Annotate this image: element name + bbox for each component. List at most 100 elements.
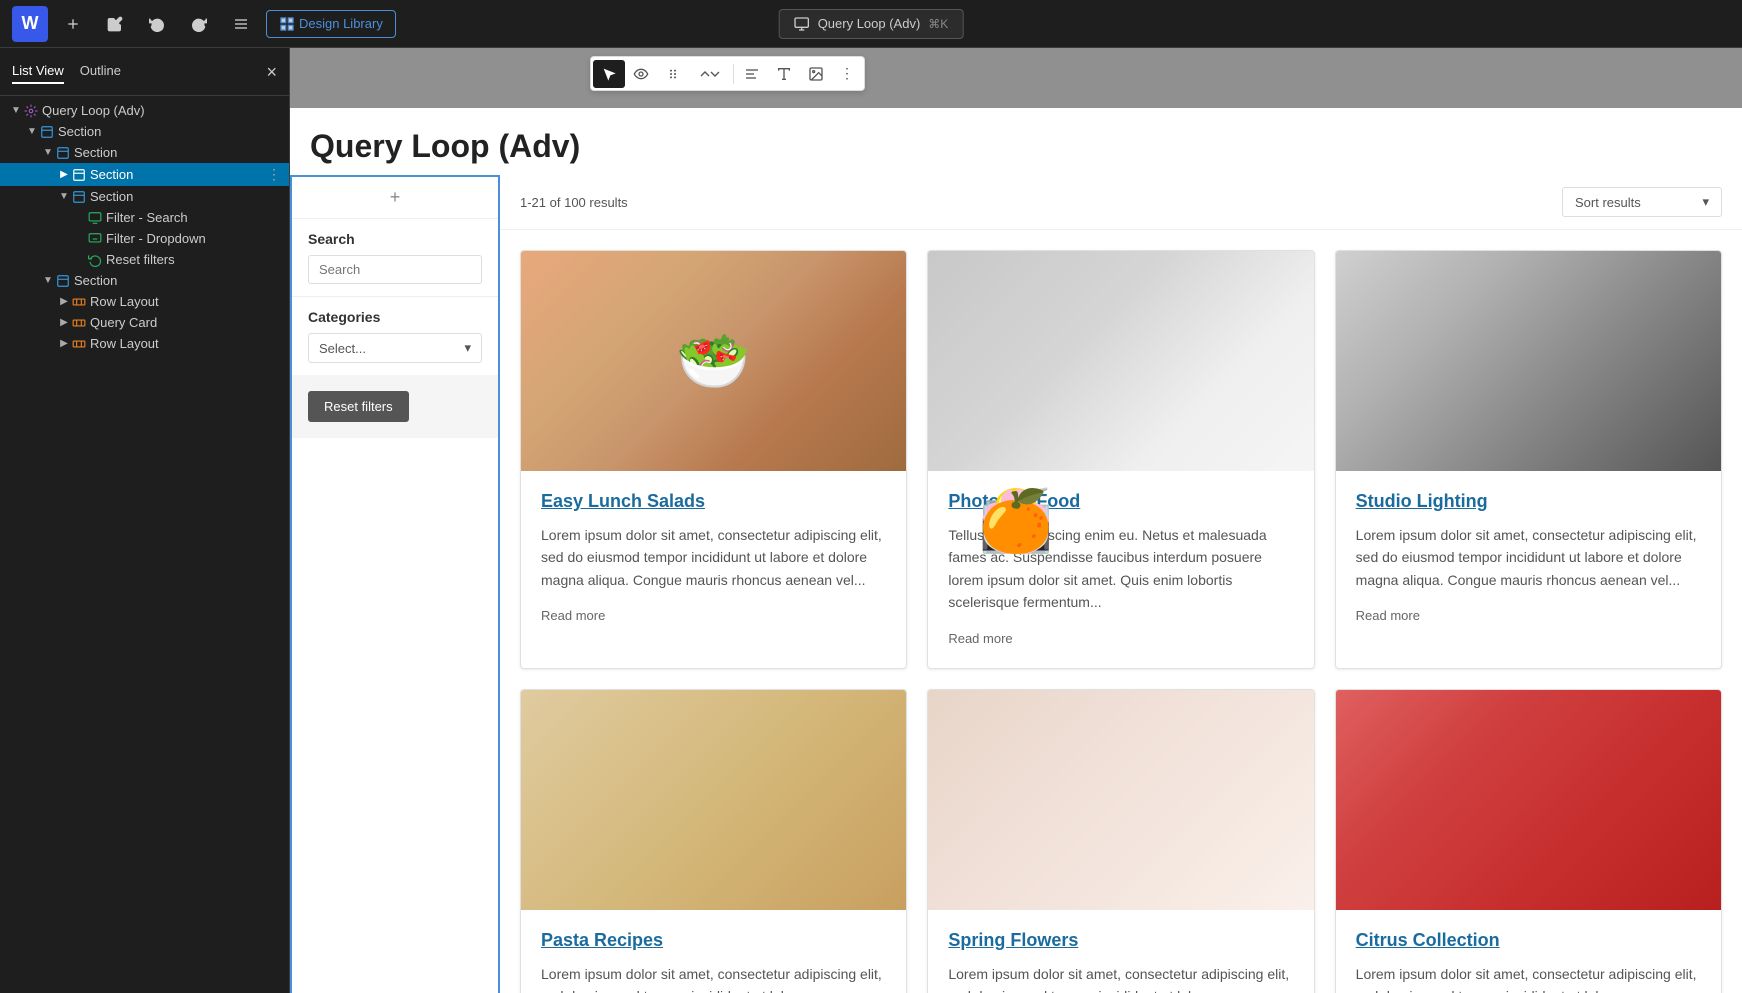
edit-button[interactable] xyxy=(98,9,132,39)
card-3-read-more[interactable]: Read more xyxy=(1356,608,1420,623)
card-1-title[interactable]: Easy Lunch Salads xyxy=(541,491,886,512)
filter-add-button[interactable]: + xyxy=(292,177,498,219)
wp-logo[interactable]: W xyxy=(12,6,48,42)
section-5-label: Section xyxy=(74,273,281,288)
card-3: Studio Lighting Lorem ipsum dolor sit am… xyxy=(1335,250,1722,669)
tree-item-section-2[interactable]: ▼ Section xyxy=(0,142,289,163)
tree-item-filter-dropdown[interactable]: ▶ Filter - Dropdown xyxy=(0,228,289,249)
view-toggle-button[interactable] xyxy=(224,9,258,39)
card-3-title[interactable]: Studio Lighting xyxy=(1356,491,1701,512)
card-4-text: Lorem ipsum dolor sit amet, consectetur … xyxy=(541,963,886,993)
filter-search-label: Filter - Search xyxy=(106,210,281,225)
card-6-title[interactable]: Citrus Collection xyxy=(1356,930,1701,951)
search-filter-label: Search xyxy=(308,231,482,247)
design-library-button[interactable]: Design Library xyxy=(266,10,396,38)
card-2-read-more[interactable]: Read more xyxy=(948,631,1012,646)
tree-item-section-3[interactable]: ▶ Section ⋮ xyxy=(0,163,289,186)
filter-reset-area: Reset filters xyxy=(292,375,498,438)
keyboard-shortcut: ⌘K xyxy=(928,17,948,31)
filter-search-section: Search xyxy=(292,219,498,296)
tree-item-section-5[interactable]: ▼ Section xyxy=(0,270,289,291)
card-5-image xyxy=(928,690,1313,910)
sidebar-close-button[interactable]: × xyxy=(266,63,277,81)
section-icon xyxy=(56,146,70,160)
query-loop-label: Query Loop (Adv) xyxy=(818,16,921,31)
image-button[interactable] xyxy=(800,60,832,88)
chevron-icon: ▼ xyxy=(56,191,72,202)
tree-item-query-card[interactable]: ▶ Query Card xyxy=(0,312,289,333)
toolbar-divider xyxy=(733,64,734,84)
section-4-label: Section xyxy=(90,189,281,204)
results-area: 1-21 of 100 results Sort results ▾ Easy xyxy=(500,175,1742,993)
card-1-read-more[interactable]: Read more xyxy=(541,608,605,623)
top-bar: W Design Library Query Loop (Adv) ⌘K xyxy=(0,0,1742,48)
select-mode-button[interactable] xyxy=(593,60,625,88)
view-button[interactable] xyxy=(625,60,657,88)
design-library-label: Design Library xyxy=(299,16,383,31)
card-6-text: Lorem ipsum dolor sit amet, consectetur … xyxy=(1356,963,1701,993)
reset-filters-button[interactable]: Reset filters xyxy=(308,391,409,422)
reset-filters-icon xyxy=(88,253,102,267)
reset-filters-label: Reset filters xyxy=(106,252,281,267)
row-layout-icon xyxy=(72,295,86,309)
tab-list-view[interactable]: List View xyxy=(12,59,64,84)
sort-results-dropdown[interactable]: Sort results ▾ xyxy=(1562,187,1722,217)
tree-item-section-4[interactable]: ▼ Section xyxy=(0,186,289,207)
card-4: Pasta Recipes Lorem ipsum dolor sit amet… xyxy=(520,689,907,993)
row-layout-2-label: Row Layout xyxy=(90,336,281,351)
card-3-text: Lorem ipsum dolor sit amet, consectetur … xyxy=(1356,524,1701,591)
card-3-body: Studio Lighting Lorem ipsum dolor sit am… xyxy=(1336,471,1721,645)
query-loop-label: Query Loop (Adv) xyxy=(42,103,281,118)
tab-outline[interactable]: Outline xyxy=(80,59,121,84)
sidebar-tree: ▼ Query Loop (Adv) ▼ Section ▼ xyxy=(0,96,289,993)
section-icon xyxy=(72,190,86,204)
row-layout-icon xyxy=(72,337,86,351)
more-options-icon[interactable]: ⋮ xyxy=(267,166,281,183)
card-5-title[interactable]: Spring Flowers xyxy=(948,930,1293,951)
move-updown-button[interactable] xyxy=(689,60,731,88)
search-input[interactable] xyxy=(308,255,482,284)
section-icon xyxy=(40,125,54,139)
card-3-image xyxy=(1336,251,1721,471)
query-loop-icon xyxy=(24,104,38,118)
card-1-image xyxy=(521,251,906,471)
query-loop-button[interactable]: Query Loop (Adv) ⌘K xyxy=(779,9,964,39)
block-toolbar: ⋮ xyxy=(590,56,865,91)
categories-select[interactable]: Select... ▾ xyxy=(308,333,482,363)
page-content: Query Loop (Adv) + Search Categories Sel… xyxy=(290,108,1742,993)
categories-filter-label: Categories xyxy=(308,309,482,325)
section-1-label: Section xyxy=(58,124,281,139)
chevron-icon: ▶ xyxy=(56,296,72,307)
drag-handle-button[interactable] xyxy=(657,60,689,88)
query-card-icon xyxy=(72,316,86,330)
card-1: Easy Lunch Salads Lorem ipsum dolor sit … xyxy=(520,250,907,669)
cards-grid: Easy Lunch Salads Lorem ipsum dolor sit … xyxy=(500,230,1742,993)
card-4-title[interactable]: Pasta Recipes xyxy=(541,930,886,951)
text-button[interactable] xyxy=(768,60,800,88)
card-4-image xyxy=(521,690,906,910)
sidebar: List View Outline × ▼ Query Loop (Adv) ▼ xyxy=(0,48,290,993)
tree-item-row-layout-2[interactable]: ▶ Row Layout xyxy=(0,333,289,354)
align-button[interactable] xyxy=(736,60,768,88)
filter-categories-section: Categories Select... ▾ xyxy=(292,296,498,375)
row-layout-1-label: Row Layout xyxy=(90,294,281,309)
tree-item-row-layout-1[interactable]: ▶ Row Layout xyxy=(0,291,289,312)
tree-item-query-loop[interactable]: ▼ Query Loop (Adv) xyxy=(0,100,289,121)
center-controls: Query Loop (Adv) ⌘K xyxy=(779,9,964,39)
tree-item-reset-filters[interactable]: ▶ Reset filters xyxy=(0,249,289,270)
chevron-icon: ▼ xyxy=(40,275,56,286)
select-placeholder: Select... xyxy=(319,341,366,356)
more-options-button[interactable]: ⋮ xyxy=(832,59,862,88)
tree-item-section-1[interactable]: ▼ Section xyxy=(0,121,289,142)
undo-button[interactable] xyxy=(140,9,174,39)
chevron-icon: ▼ xyxy=(8,105,24,116)
card-2: Photos of Food Tellus cras adipiscing en… xyxy=(927,250,1314,669)
tree-item-filter-search[interactable]: ▶ Filter - Search xyxy=(0,207,289,228)
filter-search-icon xyxy=(88,211,102,225)
chevron-icon: ▶ xyxy=(56,338,72,349)
add-block-button[interactable] xyxy=(56,9,90,39)
page-title: Query Loop (Adv) xyxy=(290,108,1742,175)
results-header: 1-21 of 100 results Sort results ▾ xyxy=(500,175,1742,230)
redo-button[interactable] xyxy=(182,9,216,39)
chevron-icon: ▶ xyxy=(56,317,72,328)
